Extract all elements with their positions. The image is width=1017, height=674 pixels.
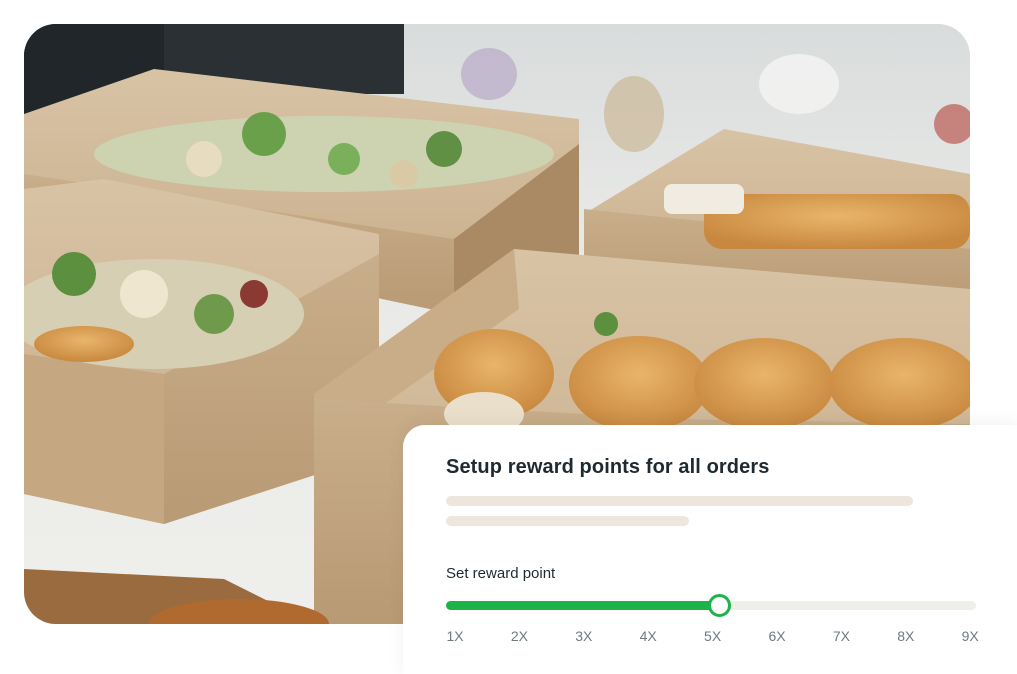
reward-points-card: Setup reward points for all orders Set r… — [403, 425, 1017, 674]
reward-slider-thumb[interactable] — [707, 594, 731, 617]
reward-slider-label: Set reward point — [446, 565, 556, 582]
reward-tick-5x[interactable]: 5X — [704, 628, 721, 644]
reward-tick-1x[interactable]: 1X — [446, 628, 463, 644]
card-title: Setup reward points for all orders — [446, 456, 770, 478]
reward-tick-6x[interactable]: 6X — [768, 628, 785, 644]
reward-tick-4x[interactable]: 4X — [640, 628, 657, 644]
reward-slider-fill — [446, 601, 719, 610]
reward-tick-8x[interactable]: 8X — [897, 628, 914, 644]
reward-tick-9x[interactable]: 9X — [962, 628, 979, 644]
reward-slider-track[interactable] — [446, 594, 976, 617]
reward-slider-ticks: 1X 2X 3X 4X 5X 6X 7X 8X 9X — [446, 628, 986, 648]
reward-tick-2x[interactable]: 2X — [511, 628, 528, 644]
reward-tick-3x[interactable]: 3X — [575, 628, 592, 644]
reward-tick-7x[interactable]: 7X — [833, 628, 850, 644]
placeholder-line — [446, 496, 913, 506]
placeholder-line — [446, 516, 689, 526]
